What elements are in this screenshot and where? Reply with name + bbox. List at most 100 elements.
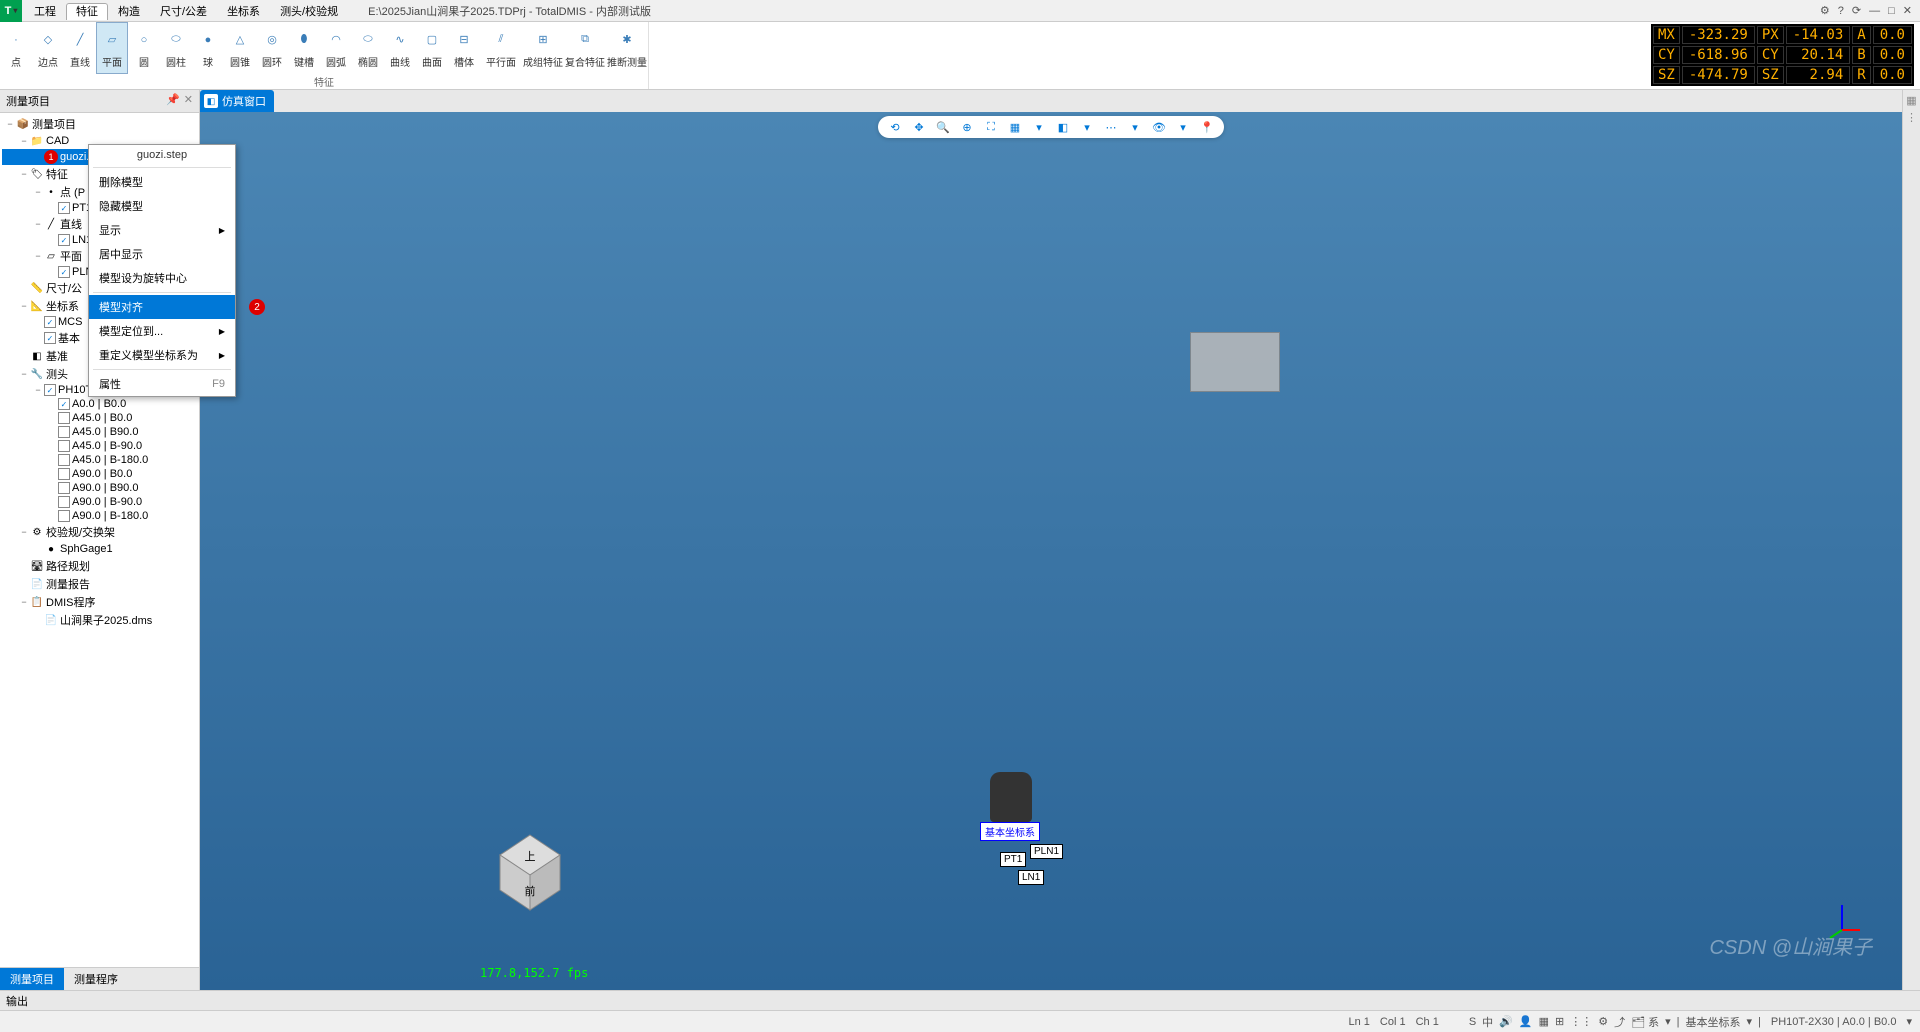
tree-item[interactable]: −⚙校验规/交换架 xyxy=(2,523,197,541)
app-icon[interactable]: T xyxy=(0,0,22,22)
status-icon[interactable]: ⋮⋮ xyxy=(1570,1015,1592,1028)
help-icon[interactable]: ? xyxy=(1838,5,1844,17)
vp-tool-icon[interactable]: ◧ xyxy=(1054,118,1072,136)
tree-item[interactable]: A90.0 | B-90.0 xyxy=(2,495,197,509)
ribbon-圆环[interactable]: ◎圆环 xyxy=(256,22,288,74)
ribbon-槽体[interactable]: ⊟槽体 xyxy=(448,22,480,74)
menu-2[interactable]: 构造 xyxy=(108,3,150,21)
status-arrow[interactable]: ▾ xyxy=(1906,1015,1912,1028)
status-icon[interactable]: 👤 xyxy=(1519,1015,1533,1028)
tree-item[interactable]: ●SphGage1 xyxy=(2,541,197,557)
vp-tool-icon[interactable]: ✥ xyxy=(910,118,928,136)
status-icon[interactable]: | xyxy=(1758,1016,1761,1028)
ribbon-键槽[interactable]: ⬮键槽 xyxy=(288,22,320,74)
vp-tool-icon[interactable]: 🔍 xyxy=(934,118,952,136)
tree-item[interactable]: 📄测量报告 xyxy=(2,575,197,593)
status-icon[interactable]: 中 xyxy=(1482,1014,1493,1030)
vp-tool-icon[interactable]: ⟲ xyxy=(886,118,904,136)
vp-tool-icon[interactable]: ⛶ xyxy=(982,118,1000,136)
status-probe[interactable]: PH10T-2X30 | A0.0 | B0.0 xyxy=(1771,1016,1897,1028)
probe-model[interactable] xyxy=(990,772,1032,822)
tree-item[interactable]: 📄山涧果子2025.dms xyxy=(2,611,197,629)
tree-item[interactable]: ✓A0.0 | B0.0 xyxy=(2,397,197,411)
cad-model[interactable] xyxy=(1190,332,1280,392)
ctx-模型设为旋转中心[interactable]: 模型设为旋转中心 xyxy=(89,266,235,290)
status-icon[interactable]: ▾ xyxy=(1747,1015,1753,1028)
vp-tool-icon[interactable]: 👁 xyxy=(1150,118,1168,136)
ribbon-圆弧[interactable]: ◠圆弧 xyxy=(320,22,352,74)
status-icon[interactable]: ▦ xyxy=(1539,1015,1549,1028)
vp-tool-icon[interactable]: ▾ xyxy=(1078,118,1096,136)
pin-icon[interactable]: 📌 xyxy=(166,93,180,109)
ribbon-复合特征[interactable]: ⧉复合特征 xyxy=(564,22,606,74)
left-tab-1[interactable]: 测量程序 xyxy=(64,968,128,990)
tree-item[interactable]: A45.0 | B-180.0 xyxy=(2,453,197,467)
ribbon-曲线[interactable]: ∿曲线 xyxy=(384,22,416,74)
tree-item[interactable]: A90.0 | B90.0 xyxy=(2,481,197,495)
ctx-重定义模型坐标系为[interactable]: 重定义模型坐标系为▶ xyxy=(89,343,235,367)
status-icon[interactable]: ⊞ xyxy=(1555,1015,1564,1028)
close-panel-icon[interactable]: ✕ xyxy=(184,93,193,109)
ribbon-曲面[interactable]: ▢曲面 xyxy=(416,22,448,74)
status-icon[interactable]: 🗂 系 xyxy=(1631,1014,1659,1030)
vp-tool-icon[interactable]: ▦ xyxy=(1006,118,1024,136)
status-icon[interactable]: S xyxy=(1469,1016,1476,1028)
tree-root[interactable]: −📦 测量项目 xyxy=(2,115,197,133)
ribbon-平行面[interactable]: ⫽平行面 xyxy=(480,22,522,74)
menu-3[interactable]: 尺寸/公差 xyxy=(150,3,217,21)
tree-item[interactable]: 🛣路径规划 xyxy=(2,557,197,575)
vp-tool-icon[interactable]: ▾ xyxy=(1126,118,1144,136)
status-icon[interactable]: ⚙ xyxy=(1598,1015,1608,1028)
tree-item[interactable]: A90.0 | B0.0 xyxy=(2,467,197,481)
settings-icon[interactable]: ⚙ xyxy=(1820,4,1830,17)
close-icon[interactable]: ✕ xyxy=(1903,4,1912,17)
tree-item[interactable]: A90.0 | B-180.0 xyxy=(2,509,197,523)
viewport-tab[interactable]: ◧ 仿真窗口 xyxy=(200,90,274,112)
ribbon-边点[interactable]: ◇边点 xyxy=(32,22,64,74)
tree-item[interactable]: A45.0 | B-90.0 xyxy=(2,439,197,453)
status-icon[interactable]: ▾ xyxy=(1665,1015,1671,1028)
ribbon-点[interactable]: ·点 xyxy=(0,22,32,74)
menu-4[interactable]: 坐标系 xyxy=(217,3,270,21)
status-icon[interactable]: ⤴ xyxy=(1614,1014,1625,1030)
feature-label-pt1[interactable]: PT1 xyxy=(1000,852,1026,867)
feature-label-ln1[interactable]: LN1 xyxy=(1018,870,1044,885)
ribbon-推断测量[interactable]: ✱推断测量 xyxy=(606,22,648,74)
ribbon-圆[interactable]: ○圆 xyxy=(128,22,160,74)
ctx-模型定位到...[interactable]: 模型定位到...▶ xyxy=(89,319,235,343)
nav-cube[interactable]: 上 前 xyxy=(480,830,580,930)
feature-label-pln1[interactable]: PLN1 xyxy=(1030,844,1063,859)
ribbon-球[interactable]: ●球 xyxy=(192,22,224,74)
tree-item[interactable]: A45.0 | B90.0 xyxy=(2,425,197,439)
coord-system-label[interactable]: 基本坐标系 xyxy=(980,822,1040,841)
ribbon-圆柱[interactable]: ⬭圆柱 xyxy=(160,22,192,74)
ribbon-成组特征[interactable]: ⊞成组特征 xyxy=(522,22,564,74)
refresh-icon[interactable]: ⟳ xyxy=(1852,4,1861,17)
ctx-隐藏模型[interactable]: 隐藏模型 xyxy=(89,194,235,218)
ctx-删除模型[interactable]: 删除模型 xyxy=(89,170,235,194)
vp-tool-icon[interactable]: ▾ xyxy=(1174,118,1192,136)
tree-item[interactable]: A45.0 | B0.0 xyxy=(2,411,197,425)
tree-item[interactable]: −📋DMIS程序 xyxy=(2,593,197,611)
ctx-显示[interactable]: 显示▶ xyxy=(89,218,235,242)
vp-tool-icon[interactable]: ⋯ xyxy=(1102,118,1120,136)
status-icon[interactable]: 基本坐标系 xyxy=(1686,1014,1741,1030)
maximize-icon[interactable]: □ xyxy=(1888,5,1895,17)
ctx-模型对齐[interactable]: 模型对齐2 xyxy=(89,295,235,319)
menu-0[interactable]: 工程 xyxy=(24,3,66,21)
status-icon[interactable]: 🔊 xyxy=(1499,1015,1513,1028)
gutter-icon[interactable]: ▦ xyxy=(1906,94,1916,107)
vp-tool-icon[interactable]: ▾ xyxy=(1030,118,1048,136)
left-tab-0[interactable]: 测量项目 xyxy=(0,968,64,990)
ribbon-平面[interactable]: ▱平面 xyxy=(96,22,128,74)
minimize-icon[interactable]: — xyxy=(1869,5,1880,17)
ctx-居中显示[interactable]: 居中显示 xyxy=(89,242,235,266)
3d-viewport[interactable]: ⟲ ✥ 🔍 ⊕ ⛶ ▦ ▾ ◧ ▾ ⋯ ▾ 👁 ▾ 📍 基本坐标系 PT1 PLN1 LN1 上 前 xyxy=(200,112,1902,990)
ribbon-直线[interactable]: ╱直线 xyxy=(64,22,96,74)
status-icon[interactable]: | xyxy=(1677,1016,1680,1028)
menu-1[interactable]: 特征 xyxy=(66,3,108,20)
ribbon-圆锥[interactable]: △圆锥 xyxy=(224,22,256,74)
vp-tool-icon[interactable]: ⊕ xyxy=(958,118,976,136)
vp-tool-icon[interactable]: 📍 xyxy=(1198,118,1216,136)
gutter-icon[interactable]: ⋮ xyxy=(1906,111,1917,124)
